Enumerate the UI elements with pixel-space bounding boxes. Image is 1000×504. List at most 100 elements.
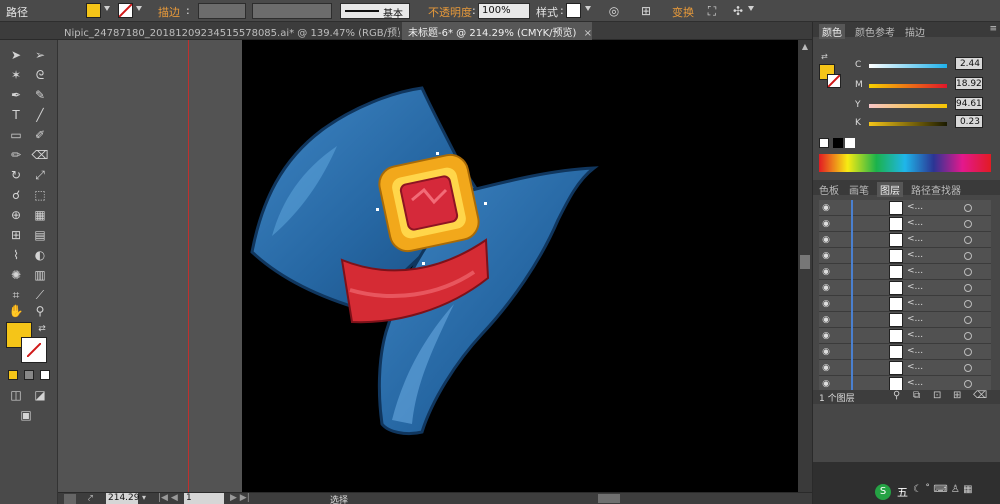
eye-icon[interactable]: ◉	[821, 331, 831, 341]
eyedropper-icon[interactable]: ⌇	[6, 246, 26, 264]
shape-builder-icon[interactable]: ⊕	[6, 206, 26, 224]
tab-layers[interactable]: 图层	[877, 182, 903, 197]
tab-nipic[interactable]: Nipic_24787180_20181209234515578085.ai* …	[58, 22, 400, 40]
graphic-style-swatch[interactable]	[566, 3, 581, 18]
stroke-label[interactable]: 描边	[158, 4, 180, 20]
eye-icon[interactable]: ◉	[821, 299, 831, 309]
tab-color-guide[interactable]: 颜色参考	[855, 24, 895, 39]
layer-row[interactable]: ◉ <...	[819, 360, 991, 376]
hat-buckle[interactable]	[376, 152, 482, 255]
opacity-field[interactable]: 100%	[478, 3, 530, 19]
tab-color[interactable]: 颜色	[819, 24, 845, 39]
panel-stroke-swatch[interactable]	[827, 74, 841, 88]
channel-m-field[interactable]: 18.92	[955, 77, 983, 90]
recolor-icon[interactable]: ◎	[606, 3, 622, 19]
layer-row[interactable]: ◉ <...	[819, 328, 991, 344]
black-swatch[interactable]	[833, 138, 843, 148]
moon-icon[interactable]: ☾ ˚ ⌨ ♙ ▦	[913, 484, 973, 495]
clip-mask-icon[interactable]: ⧉	[913, 390, 920, 401]
channel-k-field[interactable]: 0.23	[955, 115, 983, 128]
warp-icon[interactable]: ☌	[6, 186, 26, 204]
horizontal-scroll-thumb[interactable]	[598, 494, 620, 503]
layer-row[interactable]: ◉ <...	[819, 248, 991, 264]
layer-row[interactable]: ◉ <...	[819, 200, 991, 216]
target-icon[interactable]	[964, 316, 972, 324]
stroke-color-swatch[interactable]	[21, 337, 47, 363]
zoom-field[interactable]: 214.29	[106, 493, 140, 504]
color-spectrum[interactable]	[819, 154, 991, 172]
tab-untitled-6[interactable]: 未标题-6* @ 214.29% (CMYK/预览) ×	[402, 22, 592, 40]
target-icon[interactable]	[964, 364, 972, 372]
new-layer-icon[interactable]: ⊞	[953, 390, 961, 401]
zoom-tool-icon[interactable]: ⚲	[30, 302, 50, 320]
target-icon[interactable]	[964, 220, 972, 228]
transform-label[interactable]: 变换	[672, 4, 694, 20]
fill-dropdown-icon[interactable]	[104, 6, 110, 11]
eye-icon[interactable]: ◉	[821, 315, 831, 325]
tab-stroke[interactable]: 描边	[905, 24, 925, 39]
opacity-label[interactable]: 不透明度	[428, 4, 472, 20]
hand-tool-icon[interactable]: ✋	[6, 302, 26, 320]
target-icon[interactable]	[964, 204, 972, 212]
channel-c-slider[interactable]	[869, 64, 947, 68]
none-swatch[interactable]	[819, 138, 829, 148]
blend-icon[interactable]: ◐	[30, 246, 50, 264]
none-mode-icon[interactable]	[40, 370, 50, 380]
channel-m-slider[interactable]	[869, 84, 947, 88]
stroke-dropdown-icon[interactable]	[136, 6, 142, 11]
layer-row[interactable]: ◉ <...	[819, 296, 991, 312]
draw-inside-icon[interactable]: ◪	[30, 386, 50, 404]
target-icon[interactable]	[964, 236, 972, 244]
mesh-icon[interactable]: ⊞	[6, 226, 26, 244]
lasso-icon[interactable]: ᘓ	[30, 66, 50, 84]
tab-swatches[interactable]: 色板	[819, 182, 839, 197]
eye-icon[interactable]: ◉	[821, 347, 831, 357]
symbol-sprayer-icon[interactable]: ✺	[6, 266, 26, 284]
layer-row[interactable]: ◉ <...	[819, 264, 991, 280]
artboard-number-field[interactable]: 1	[184, 493, 224, 504]
brush-definition-dropdown[interactable]: 基本	[340, 3, 410, 20]
tab-pathfinder[interactable]: 路径查找器	[911, 182, 961, 197]
channel-y-field[interactable]: 94.61	[955, 97, 983, 110]
eye-icon[interactable]: ◉	[821, 219, 831, 229]
fill-swatch[interactable]	[86, 3, 101, 18]
eraser-icon[interactable]: ⌫	[30, 146, 50, 164]
graph-tool-icon[interactable]: ▥	[30, 266, 50, 284]
target-icon[interactable]	[964, 380, 972, 388]
perspective-grid-icon[interactable]: ▦	[30, 206, 50, 224]
stroke-swatch[interactable]	[118, 3, 133, 18]
channel-c-field[interactable]: 2.44	[955, 57, 983, 70]
color-mode-icon[interactable]	[8, 370, 18, 380]
rotate-icon[interactable]: ↻	[6, 166, 26, 184]
screen-mode-icon[interactable]: ▣	[16, 406, 36, 424]
eye-icon[interactable]: ◉	[821, 379, 831, 389]
magic-wand-icon[interactable]: ✶	[6, 66, 26, 84]
search-icon[interactable]: ⚲	[893, 390, 900, 401]
selection-tool-icon[interactable]: ➤	[6, 46, 26, 64]
layer-row[interactable]: ◉ <...	[819, 216, 991, 232]
panel-menu-icon[interactable]: ≡	[989, 24, 997, 34]
eye-icon[interactable]: ◉	[821, 363, 831, 373]
target-icon[interactable]	[964, 300, 972, 308]
first-artboard-icon[interactable]: |◀ ◀	[158, 493, 178, 503]
artboard[interactable]	[242, 40, 798, 492]
target-icon[interactable]	[964, 252, 972, 260]
trash-icon[interactable]: ⌫	[973, 390, 987, 401]
paintbrush-icon[interactable]: ✐	[30, 126, 50, 144]
eye-icon[interactable]: ◉	[821, 283, 831, 293]
eye-icon[interactable]: ◉	[821, 235, 831, 245]
target-icon[interactable]	[964, 332, 972, 340]
layer-row[interactable]: ◉ <...	[819, 232, 991, 248]
close-icon[interactable]: ×	[584, 28, 592, 39]
rectangle-tool-icon[interactable]: ▭	[6, 126, 26, 144]
pencil-icon[interactable]: ✏	[6, 146, 26, 164]
swap-colors-icon[interactable]: ⇄	[36, 320, 48, 338]
layer-row[interactable]: ◉ <...	[819, 344, 991, 360]
arrange-docs-icon[interactable]	[64, 494, 76, 504]
swap-icon[interactable]: ⇄	[821, 52, 828, 61]
eye-icon[interactable]: ◉	[821, 203, 831, 213]
direct-selection-icon[interactable]: ➢	[30, 46, 50, 64]
arrange-icon[interactable]: ✣	[730, 3, 746, 19]
channel-y-slider[interactable]	[869, 104, 947, 108]
line-tool-icon[interactable]: ╱	[30, 106, 50, 124]
